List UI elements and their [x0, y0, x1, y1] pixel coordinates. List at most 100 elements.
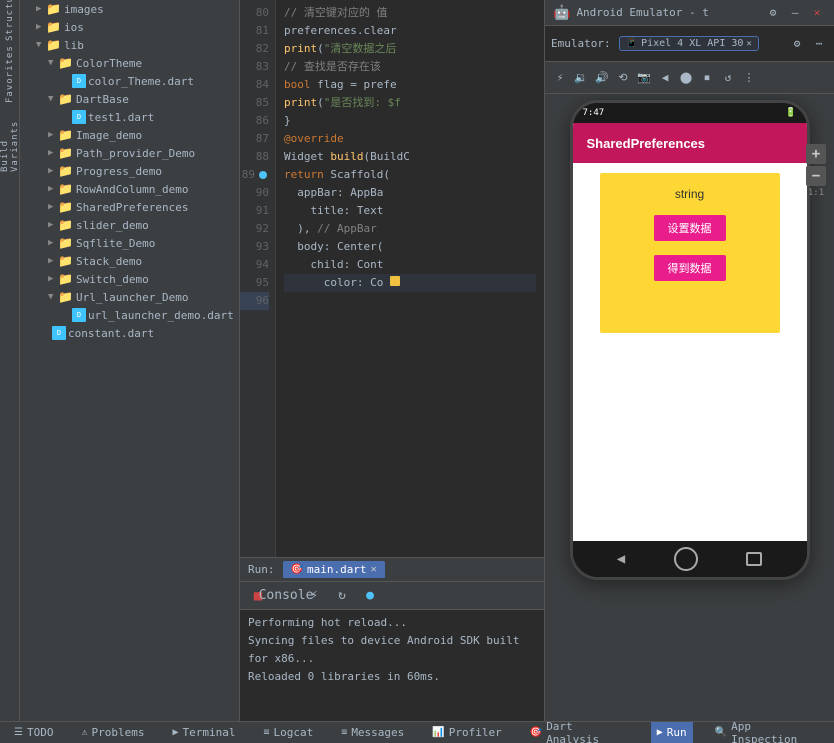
gear-icon[interactable]: ⚙	[764, 4, 782, 22]
sidebar-item-path-provider[interactable]: ▶ 📁 Path_provider_Demo	[20, 144, 239, 162]
set-data-button[interactable]: 设置数据	[654, 215, 726, 241]
phone-container: 7:47 🔋 SharedPreferences string 设置数据 得	[545, 94, 834, 721]
emulator-toolbar: ⚡ 🔉 🔊 ⟲ 📷 ◀ ⬤ ⏹ ↺ ⋮	[545, 62, 834, 94]
sidebar-item-slider-demo[interactable]: ▶ 📁 slider_demo	[20, 216, 239, 234]
sidebar-item-progress-demo[interactable]: ▶ 📁 Progress_demo	[20, 162, 239, 180]
app-inspection-icon: 🔍	[715, 727, 727, 738]
console-panel: ■ Console ⚡ ↻ ● Performing hot reload...…	[240, 581, 544, 721]
string-label: string	[675, 187, 704, 201]
app-bar: SharedPreferences	[573, 123, 807, 163]
home-icon[interactable]: ⬤	[677, 69, 695, 87]
volume-up-icon[interactable]: 🔊	[593, 69, 611, 87]
back-icon[interactable]: ◀	[656, 69, 674, 87]
emulator-gear-icon[interactable]: ⚙	[788, 35, 806, 53]
console-line-2: Syncing files to device Android SDK buil…	[248, 632, 536, 668]
zoom-label: 1:1	[806, 188, 826, 198]
nav-home-button[interactable]	[674, 547, 698, 571]
sidebar-item-url-launcher[interactable]: ▼ 📁 Url_launcher_Demo	[20, 288, 239, 306]
app-inspection-item[interactable]: 🔍 App Inspection	[709, 722, 826, 743]
profiler-item[interactable]: 📊 Profiler	[426, 722, 507, 743]
project-sidebar: ▶ 📁 images ▶ 📁 ios ▼ 📁 lib ▼ 📁 ColorThem…	[20, 0, 240, 721]
sidebar-item-switch-demo[interactable]: ▶ 📁 Switch_demo	[20, 270, 239, 288]
structure-icon[interactable]: Structure	[2, 4, 18, 20]
volume-down-icon[interactable]: 🔉	[572, 69, 590, 87]
run-tab[interactable]: 🎯 main.dart ✕	[283, 561, 385, 578]
run-tab-close[interactable]: ✕	[371, 564, 377, 575]
phone-nav-bar: ◀	[573, 541, 807, 577]
phone-screen: SharedPreferences string 设置数据 得到数据	[573, 123, 807, 541]
reload-button[interactable]: ↻	[332, 586, 352, 606]
phone-device: 7:47 🔋 SharedPreferences string 设置数据 得	[570, 100, 810, 580]
favorites-icon[interactable]: Favorites	[2, 66, 18, 82]
problems-label: Problems	[92, 726, 145, 739]
zoom-in-button[interactable]: +	[806, 144, 826, 164]
more-icon[interactable]: ⋮	[740, 69, 758, 87]
screenshot-icon[interactable]: 📷	[635, 69, 653, 87]
recent-icon[interactable]: ⏹	[698, 69, 716, 87]
problems-item[interactable]: ⚠ Problems	[75, 722, 150, 743]
console-tab[interactable]: Console	[276, 586, 296, 606]
fold-icon[interactable]: ↺	[719, 69, 737, 87]
lightning-button[interactable]: ⚡	[304, 586, 324, 606]
app-bar-title: SharedPreferences	[587, 136, 706, 151]
line-numbers: 8081828384 85868788 89 9091929394 9596	[240, 0, 276, 557]
get-data-button[interactable]: 得到数据	[654, 255, 726, 281]
logcat-icon: ≡	[264, 727, 270, 738]
sidebar-item-ios[interactable]: ▶ 📁 ios	[20, 18, 239, 36]
power-icon[interactable]: ⚡	[551, 69, 569, 87]
sidebar-item-images[interactable]: ▶ 📁 images	[20, 0, 239, 18]
sidebar-item-sharedpreferences[interactable]: ▶ 📁 SharedPreferences	[20, 198, 239, 216]
emulator-title: Android Emulator - t	[576, 6, 758, 19]
problems-icon: ⚠	[81, 727, 87, 738]
sidebar-item-color-theme-dart[interactable]: D color_Theme.dart	[20, 72, 239, 90]
messages-item[interactable]: ≡ Messages	[335, 722, 410, 743]
zoom-out-button[interactable]: −	[806, 166, 826, 186]
run-status-label: Run	[667, 726, 687, 739]
run-bar: Run: 🎯 main.dart ✕	[240, 557, 544, 581]
sidebar-item-dartbase[interactable]: ▼ 📁 DartBase	[20, 90, 239, 108]
dart-analysis-label: Dart Analysis	[546, 720, 629, 743]
messages-icon: ≡	[341, 727, 347, 738]
run-status-icon: ▶	[657, 727, 663, 738]
phone-status-icon: 🔋	[785, 108, 796, 118]
code-editor: 8081828384 85868788 89 9091929394 9596 /…	[240, 0, 544, 557]
app-content: string 设置数据 得到数据	[573, 163, 807, 541]
run-tab-label: main.dart	[307, 563, 367, 576]
run-status-item[interactable]: ▶ Run	[651, 722, 693, 743]
logcat-item[interactable]: ≡ Logcat	[258, 722, 320, 743]
emulator-options-icon[interactable]: ⋯	[810, 35, 828, 53]
sidebar-item-stack-demo[interactable]: ▶ 📁 Stack_demo	[20, 252, 239, 270]
device-selector-bar: Emulator: 📱 Pixel 4 XL API 30 ✕ ⚙ ⋯	[545, 26, 834, 62]
console-toolbar: ■ Console ⚡ ↻ ●	[240, 582, 544, 610]
sidebar-item-sqflite[interactable]: ▶ 📁 Sqflite_Demo	[20, 234, 239, 252]
emulator-label: Emulator:	[551, 37, 611, 50]
device-close-icon[interactable]: ✕	[746, 39, 751, 49]
terminal-item[interactable]: ▶ Terminal	[166, 722, 241, 743]
code-content[interactable]: // 清空键对应的 值 preferences.clear print("清空数…	[276, 0, 544, 557]
todo-icon: ☰	[14, 727, 23, 738]
phone-time: 7:47	[583, 108, 605, 118]
rotate-icon[interactable]: ⟲	[614, 69, 632, 87]
sidebar-item-test1-dart[interactable]: D test1.dart	[20, 108, 239, 126]
terminal-label: Terminal	[183, 726, 236, 739]
sidebar-item-rowandcolumn[interactable]: ▶ 📁 RowAndColumn_demo	[20, 180, 239, 198]
console-line-1: Performing hot reload...	[248, 614, 536, 632]
sidebar-item-constant-dart[interactable]: D constant.dart	[20, 324, 239, 342]
minimize-button[interactable]: —	[786, 4, 804, 22]
sidebar-item-colortheme[interactable]: ▼ 📁 ColorTheme	[20, 54, 239, 72]
todo-item[interactable]: ☰ TODO	[8, 722, 59, 743]
device-chip[interactable]: 📱 Pixel 4 XL API 30 ✕	[619, 36, 759, 51]
device-name: Pixel 4 XL API 30	[641, 38, 743, 49]
settings-button[interactable]: ●	[360, 586, 380, 606]
todo-label: TODO	[27, 726, 54, 739]
left-icon-strip: Structure Favorites Build Variants	[0, 0, 20, 721]
sidebar-item-image-demo[interactable]: ▶ 📁 Image_demo	[20, 126, 239, 144]
nav-recent-button[interactable]	[746, 552, 762, 566]
close-button[interactable]: ✕	[808, 4, 826, 22]
dart-analysis-item[interactable]: 🎯 Dart Analysis	[524, 722, 635, 743]
logcat-label: Logcat	[274, 726, 314, 739]
sidebar-item-url-launcher-dart[interactable]: D url_launcher_demo.dart	[20, 306, 239, 324]
nav-back-button[interactable]: ◀	[617, 551, 625, 567]
build-variants-icon[interactable]: Build Variants	[2, 138, 18, 154]
sidebar-item-lib[interactable]: ▼ 📁 lib	[20, 36, 239, 54]
